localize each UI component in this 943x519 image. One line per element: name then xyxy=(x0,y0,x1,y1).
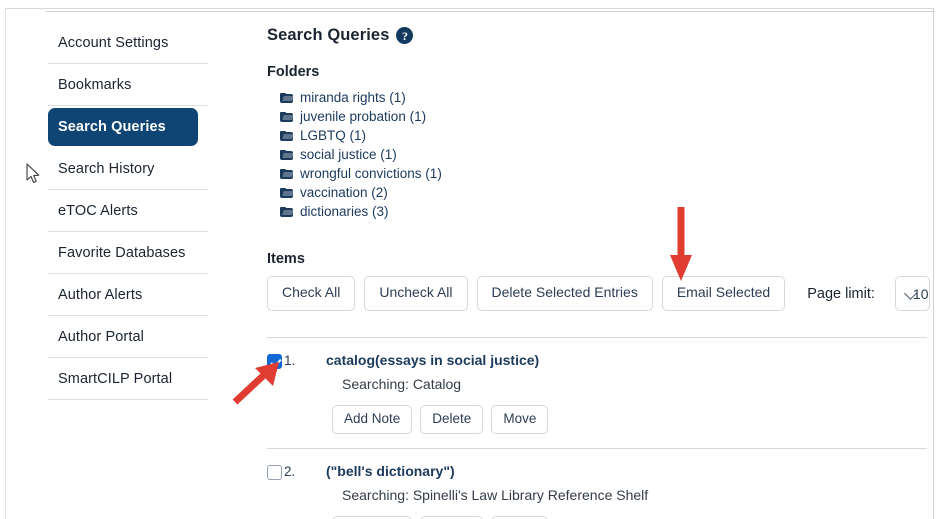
row-actions: Add Note Delete Move xyxy=(332,405,927,434)
folder-label: wrongful convictions (1) xyxy=(300,166,442,181)
sidebar-item-bookmarks[interactable]: Bookmarks xyxy=(48,64,208,106)
add-note-button[interactable]: Add Note xyxy=(332,515,413,519)
query-title-link[interactable]: catalog(essays in social justice) xyxy=(326,352,539,368)
sidebar-item-label: Search History xyxy=(58,160,155,177)
list-item[interactable]: dictionaries (3) xyxy=(280,202,927,221)
folder-icon xyxy=(280,111,294,122)
folder-icon xyxy=(280,168,294,179)
account-sidebar: Account Settings Bookmarks Search Querie… xyxy=(48,22,208,400)
email-selected-button[interactable]: Email Selected xyxy=(661,276,786,311)
search-query-list: 1. catalog(essays in social justice) Sea… xyxy=(267,337,927,519)
help-icon[interactable]: ? xyxy=(396,27,414,44)
row-number: 1. xyxy=(284,353,296,368)
delete-button[interactable]: Delete xyxy=(420,515,484,519)
folder-icon xyxy=(280,149,294,160)
query-subtitle: Searching: Catalog xyxy=(342,376,462,392)
sidebar-item-label: Bookmarks xyxy=(58,76,132,93)
folder-label: vaccination (2) xyxy=(300,185,388,200)
delete-selected-entries-button[interactable]: Delete Selected Entries xyxy=(476,276,653,311)
folder-icon xyxy=(280,92,294,103)
query-subtitle: Searching: Spinelli's Law Library Refere… xyxy=(342,486,649,503)
sidebar-item-label: SmartCILP Portal xyxy=(58,370,173,387)
query-header: 1. catalog(essays in social justice) xyxy=(267,351,927,369)
items-heading: Items xyxy=(267,251,305,267)
sidebar-item-label: Author Alerts xyxy=(58,286,143,303)
sidebar-item-search-history[interactable]: Search History xyxy=(48,148,208,190)
sidebar-item-etoc-alerts[interactable]: eTOC Alerts xyxy=(48,190,208,232)
row-actions: Add Note Delete Move xyxy=(332,515,927,519)
folder-label: juvenile probation (1) xyxy=(300,109,427,124)
move-button[interactable]: Move xyxy=(491,515,549,519)
folder-icon xyxy=(280,130,294,141)
sidebar-item-search-queries[interactable]: Search Queries xyxy=(48,108,198,146)
sidebar-item-label: Account Settings xyxy=(58,34,169,51)
add-note-button[interactable]: Add Note xyxy=(332,405,413,434)
row-checkbox[interactable] xyxy=(267,354,282,369)
sidebar-item-smartcilp-portal[interactable]: SmartCILP Portal xyxy=(48,358,208,400)
folder-label: miranda rights (1) xyxy=(300,90,406,105)
uncheck-all-button[interactable]: Uncheck All xyxy=(364,276,468,311)
delete-button[interactable]: Delete xyxy=(420,405,484,434)
folder-label: LGBTQ (1) xyxy=(300,128,367,143)
page-root: Account Settings Bookmarks Search Querie… xyxy=(0,0,943,519)
folder-icon xyxy=(280,206,294,217)
check-all-button[interactable]: Check All xyxy=(267,276,356,311)
query-title-link[interactable]: ("bell's dictionary") xyxy=(326,463,455,479)
list-item[interactable]: social justice (1) xyxy=(280,145,927,164)
sidebar-item-label: Author Portal xyxy=(58,328,144,345)
list-item[interactable]: LGBTQ (1) xyxy=(280,126,927,145)
move-button[interactable]: Move xyxy=(491,405,549,434)
card-top-divider xyxy=(46,11,935,12)
folders-heading: Folders xyxy=(267,64,320,80)
list-item[interactable]: vaccination (2) xyxy=(280,183,927,202)
sidebar-item-author-portal[interactable]: Author Portal xyxy=(48,316,208,358)
folder-icon xyxy=(280,187,294,198)
sidebar-item-favorite-databases[interactable]: Favorite Databases xyxy=(48,232,208,274)
page-limit-select[interactable]: 10 xyxy=(894,276,930,311)
items-toolbar: Check All Uncheck All Delete Selected En… xyxy=(267,276,930,311)
folder-label: dictionaries (3) xyxy=(300,204,389,219)
folder-label: social justice (1) xyxy=(300,147,397,162)
row-number: 2. xyxy=(284,463,296,479)
list-item[interactable]: juvenile probation (1) xyxy=(280,107,927,126)
table-row: 2. ("bell's dictionary") Searching: Spin… xyxy=(267,449,927,519)
sidebar-item-label: Search Queries xyxy=(58,118,166,135)
sidebar-item-label: eTOC Alerts xyxy=(58,202,138,219)
list-item[interactable]: wrongful convictions (1) xyxy=(280,164,927,183)
page-title-row: Search Queries ? xyxy=(267,26,927,45)
row-checkbox[interactable] xyxy=(267,464,282,480)
main-content: Search Queries ? Folders miranda rights … xyxy=(267,26,930,519)
query-header: 2. ("bell's dictionary") xyxy=(267,462,927,480)
table-row: 1. catalog(essays in social justice) Sea… xyxy=(267,338,927,449)
page-limit-label: Page limit: xyxy=(807,285,875,302)
folder-list: miranda rights (1) juvenile probation (1… xyxy=(280,88,927,221)
sidebar-item-label: Favorite Databases xyxy=(58,244,186,261)
sidebar-item-author-alerts[interactable]: Author Alerts xyxy=(48,274,208,316)
sidebar-item-account-settings[interactable]: Account Settings xyxy=(48,22,208,64)
page-title: Search Queries xyxy=(267,26,390,44)
list-item[interactable]: miranda rights (1) xyxy=(280,88,927,107)
